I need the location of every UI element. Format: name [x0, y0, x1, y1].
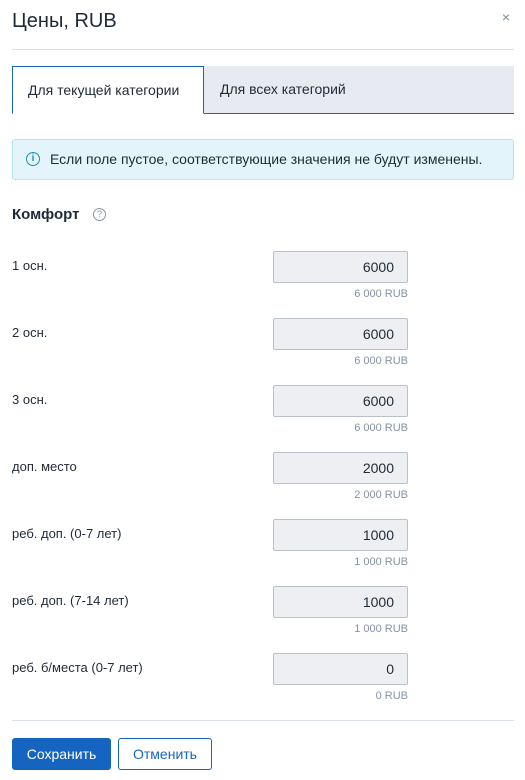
close-icon[interactable]: × — [497, 8, 515, 26]
row-label: 1 осн. — [12, 258, 48, 273]
price-hint: 0 RUB — [375, 690, 408, 702]
prices-dialog: Цены, RUB × Для текущей категории Для вс… — [0, 0, 525, 780]
price-input[interactable] — [273, 452, 408, 484]
save-button[interactable]: Сохранить — [12, 738, 111, 770]
price-input[interactable] — [273, 519, 408, 551]
tab-current-category[interactable]: Для текущей категории — [12, 66, 204, 114]
price-hint: 6 000 RUB — [354, 355, 408, 367]
footer-divider — [12, 720, 514, 721]
row-label: 3 осн. — [12, 392, 48, 407]
price-hint: 1 000 RUB — [354, 623, 408, 635]
row-label: реб. доп. (0-7 лет) — [12, 526, 122, 541]
row-label: реб. б/места (0-7 лет) — [12, 660, 143, 675]
row-label: реб. доп. (7-14 лет) — [12, 593, 129, 608]
help-icon[interactable]: ? — [93, 208, 106, 221]
price-input[interactable] — [273, 653, 408, 685]
row-label: доп. место — [12, 459, 77, 474]
tab-all-categories[interactable]: Для всех категорий — [204, 66, 514, 114]
cancel-button[interactable]: Отменить — [118, 738, 212, 770]
price-hint: 1 000 RUB — [354, 556, 408, 568]
row-label: 2 осн. — [12, 325, 48, 340]
price-hint: 2 000 RUB — [354, 489, 408, 501]
price-input[interactable] — [273, 318, 408, 350]
price-input[interactable] — [273, 251, 408, 283]
info-text: Если поле пустое, соответствующие значен… — [50, 151, 483, 167]
price-input[interactable] — [273, 586, 408, 618]
info-icon: i — [26, 152, 40, 166]
price-hint: 6 000 RUB — [354, 288, 408, 300]
header-divider — [12, 49, 514, 50]
price-input[interactable] — [273, 385, 408, 417]
tab-bar: Для текущей категории Для всех категорий — [12, 66, 514, 114]
dialog-title: Цены, RUB — [12, 10, 117, 32]
info-banner: i Если поле пустое, соответствующие знач… — [12, 139, 514, 180]
price-hint: 6 000 RUB — [354, 422, 408, 434]
section-title: Комфорт — [12, 206, 80, 223]
